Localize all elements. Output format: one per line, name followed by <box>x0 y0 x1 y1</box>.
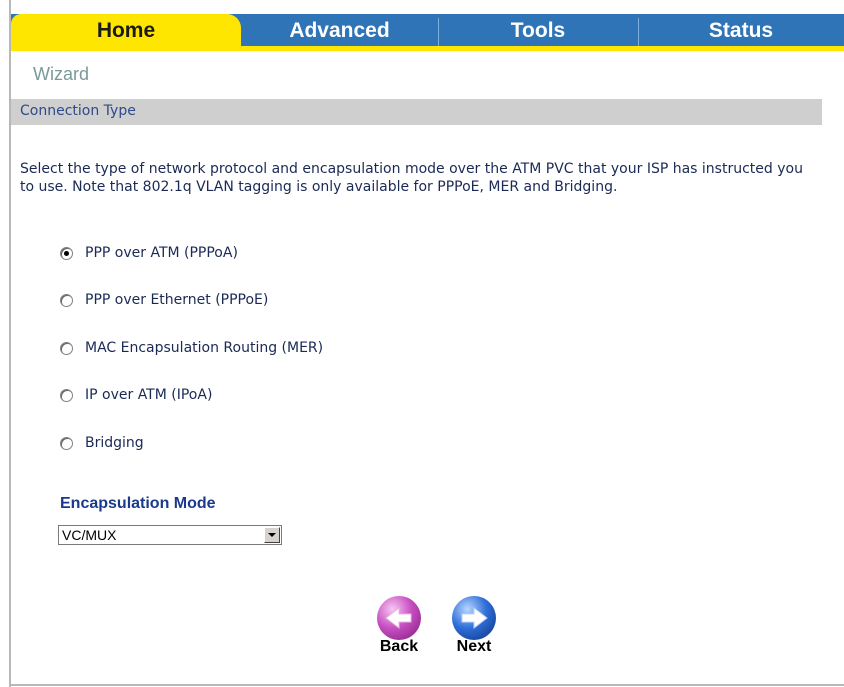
radio-label: Bridging <box>85 435 144 451</box>
next-label: Next <box>456 638 492 655</box>
radio-button[interactable] <box>60 436 73 450</box>
left-arrow-icon <box>377 596 421 640</box>
radio-label: IP over ATM (IPoA) <box>85 387 213 403</box>
tab-separator <box>438 18 439 46</box>
radio-option-pppoa[interactable]: PPP over ATM (PPPoA) <box>60 243 238 263</box>
radio-button[interactable] <box>60 246 73 260</box>
radio-label: PPP over ATM (PPPoA) <box>85 245 238 261</box>
radio-option-mer[interactable]: MAC Encapsulation Routing (MER) <box>60 338 323 358</box>
radio-option-bridging[interactable]: Bridging <box>60 433 144 453</box>
tab-separator <box>638 18 639 46</box>
radio-option-pppoe[interactable]: PPP over Ethernet (PPPoE) <box>60 290 268 310</box>
section-title: Connection Type <box>20 103 136 119</box>
radio-label: MAC Encapsulation Routing (MER) <box>85 340 324 356</box>
encapsulation-mode-label: Encapsulation Mode <box>60 495 216 512</box>
tab-status[interactable]: Status <box>638 14 844 46</box>
tab-advanced[interactable]: Advanced <box>241 14 438 46</box>
description-text: Select the type of network protocol and … <box>20 161 803 195</box>
encapsulation-mode-select[interactable]: VC/MUX <box>58 525 282 545</box>
tab-home[interactable]: Home <box>11 14 241 46</box>
radio-button[interactable] <box>60 388 73 402</box>
radio-option-ipoa[interactable]: IP over ATM (IPoA) <box>60 385 212 405</box>
tab-tools[interactable]: Tools <box>438 14 638 46</box>
radio-button[interactable] <box>60 293 73 307</box>
back-label: Back <box>379 638 419 655</box>
select-value: VC/MUX <box>62 527 117 543</box>
radio-button[interactable] <box>60 341 73 355</box>
back-button[interactable]: Back <box>371 596 427 656</box>
frame-bottom-border <box>9 684 844 686</box>
right-arrow-icon <box>452 596 496 640</box>
page-title: Wizard <box>33 64 90 84</box>
chevron-down-icon[interactable] <box>264 527 280 543</box>
next-button[interactable]: Next <box>446 596 502 656</box>
tab-underline <box>11 46 844 51</box>
radio-label: PPP over Ethernet (PPPoE) <box>85 292 269 308</box>
